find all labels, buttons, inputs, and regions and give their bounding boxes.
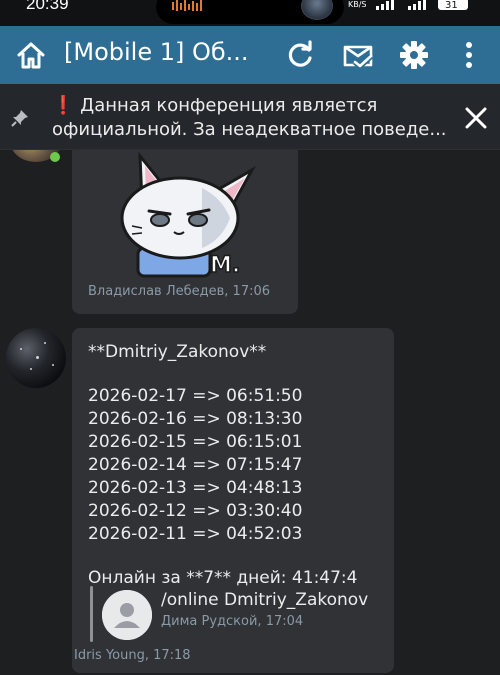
sticker-message[interactable]: M. Владислав Лебедев, 17:06 — [72, 150, 298, 314]
exclamation-icon: ❗ — [52, 95, 75, 116]
more-icon[interactable] — [452, 38, 486, 72]
reply-meta: Дима Рудской, 17:04 — [161, 614, 304, 629]
message-meta: Владислав Лебедев, 17:06 — [88, 284, 271, 299]
online-indicator — [50, 152, 60, 162]
pin-icon — [11, 110, 28, 127]
message-line: 2026-02-11 => 04:52:03 — [88, 524, 303, 544]
refresh-icon[interactable] — [283, 38, 317, 72]
message-meta: Idris Young, 17:18 — [74, 648, 191, 663]
reply-text: /online Dmitriy_Zakonov — [161, 590, 369, 610]
message-line: 2026-02-17 => 06:51:50 — [88, 386, 303, 406]
pinned-text: ❗ Данная конференция является официально… — [52, 94, 452, 142]
mark-read-icon[interactable] — [341, 38, 375, 72]
settings-icon[interactable] — [397, 38, 431, 72]
message-line: 2026-02-12 => 03:30:40 — [88, 501, 303, 521]
message-line: 2026-02-15 => 06:15:01 — [88, 432, 303, 452]
status-bar: 20:39 KB/S 31 — [0, 0, 500, 26]
message-line: **Dmitriy_Zakonov** — [88, 342, 267, 362]
avatar[interactable] — [6, 328, 66, 388]
cat-sticker: M. — [120, 151, 256, 278]
app-bar: [Mobile 1] Об... — [0, 26, 500, 84]
reply-bar — [90, 586, 93, 642]
text-message[interactable]: **Dmitriy_Zakonov** 2026-02-17 => 06:51:… — [72, 328, 394, 673]
pinned-text-body: Данная конференция является официальной.… — [52, 95, 447, 140]
message-line: 2026-02-13 => 04:48:13 — [88, 478, 303, 498]
reply-quote[interactable]: /online Dmitriy_Zakonov Дима Рудской, 17… — [90, 586, 380, 642]
audio-wave-icon — [172, 0, 202, 11]
message-line: Онлайн за **7** дней: 41:47:4 — [88, 568, 358, 588]
battery-level: 31 — [445, 0, 458, 11]
message-line: 2026-02-14 => 07:15:47 — [88, 455, 303, 475]
pinned-message-banner[interactable]: ❗ Данная конференция является официально… — [0, 84, 500, 150]
sticker-caption: M. — [210, 253, 240, 278]
status-time: 20:39 — [26, 0, 69, 13]
close-icon[interactable] — [462, 104, 490, 132]
message-line: 2026-02-16 => 08:13:30 — [88, 409, 303, 429]
signal-icon — [376, 0, 426, 10]
net-speed: KB/S — [348, 0, 367, 9]
message-feed[interactable]: M. Владислав Лебедев, 17:06 **Dmitriy_Za… — [0, 150, 500, 675]
status-icons: KB/S 31 — [348, 0, 468, 11]
default-avatar-icon — [102, 590, 152, 640]
conversation-title[interactable]: [Mobile 1] Об... — [64, 38, 249, 66]
home-icon[interactable] — [14, 38, 48, 72]
